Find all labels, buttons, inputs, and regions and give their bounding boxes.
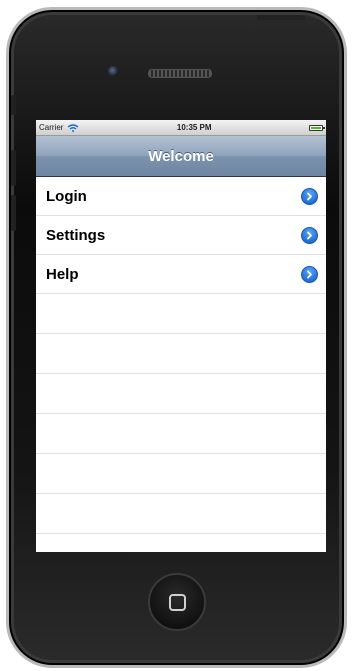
empty-table-row [36,374,326,414]
disclosure-arrow-icon[interactable] [301,187,318,205]
menu-item-settings[interactable]: Settings [36,216,326,255]
menu-item-label: Login [46,187,87,205]
empty-table-row [36,414,326,454]
carrier-label: Carrier [39,123,64,132]
sleep-button [257,15,305,20]
menu-item-label: Settings [46,226,106,244]
status-bar: Carrier 10:35 PM [36,120,326,136]
empty-table-row [36,294,326,334]
menu-item-login[interactable]: Login [36,177,326,216]
mute-switch [11,95,16,115]
menu-item-help[interactable]: Help [36,255,326,294]
volume-down-button [11,195,16,231]
disclosure-arrow-icon[interactable] [301,265,318,283]
earpiece-speaker [148,69,212,78]
empty-table-row [36,494,326,534]
wifi-icon [68,123,79,132]
volume-up-button [11,150,16,186]
app-screen: Carrier 10:35 PM Welcome Login Settings [36,120,326,552]
disclosure-arrow-icon[interactable] [301,226,318,244]
front-camera-icon [108,66,119,77]
status-time: 10:35 PM [176,123,212,132]
home-button[interactable] [148,573,206,631]
navigation-bar: Welcome [36,136,326,177]
page-title: Welcome [148,147,214,165]
menu-table: Login Settings Help [36,177,326,534]
home-square-icon [168,593,186,611]
status-left: Carrier [39,123,79,132]
empty-table-row [36,334,326,374]
menu-item-label: Help [46,265,79,283]
battery-icon [308,124,325,131]
empty-table-row [36,454,326,494]
